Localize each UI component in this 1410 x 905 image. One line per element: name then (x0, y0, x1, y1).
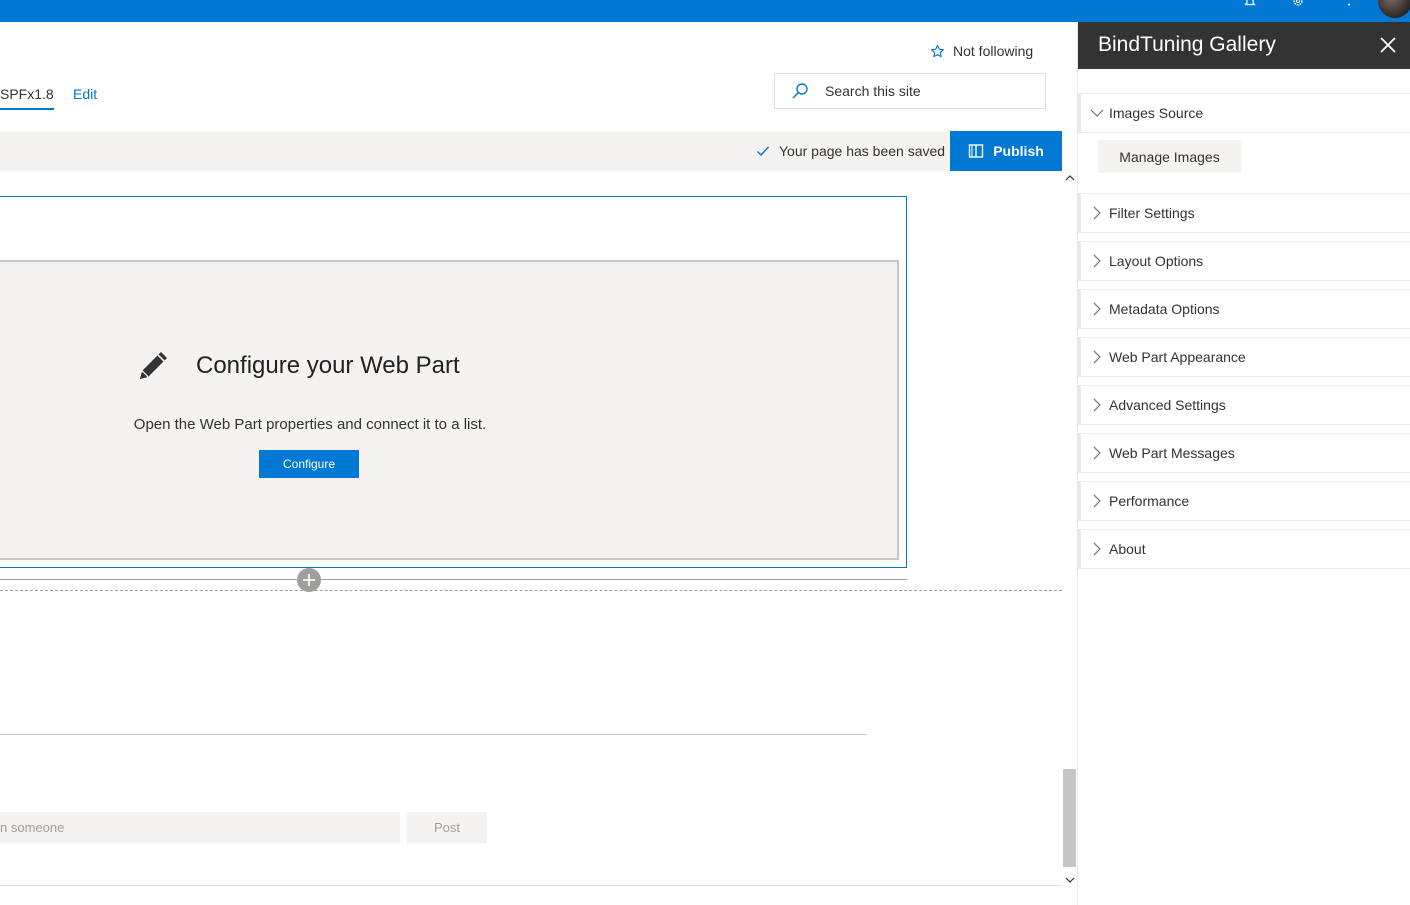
group-label: Advanced Settings (1109, 397, 1226, 413)
comments-divider (0, 734, 867, 735)
pane-title: BindTuning Gallery (1098, 33, 1276, 56)
chevron-right-icon (1093, 446, 1101, 460)
property-pane: BindTuning Gallery Images Source Manage … (1078, 22, 1410, 905)
group-about[interactable]: About (1078, 529, 1410, 569)
webpart-placeholder: Configure your Web Part Open the Web Par… (0, 260, 899, 560)
group-images-source[interactable]: Images Source (1078, 93, 1410, 133)
publish-button[interactable]: Publish (950, 131, 1062, 171)
scroll-up-arrow-icon[interactable] (1065, 173, 1075, 183)
placeholder-header: Configure your Web Part (134, 346, 460, 386)
webpart-title: Configure your Web Part (196, 352, 460, 379)
group-label: About (1109, 541, 1146, 557)
search-box[interactable] (774, 73, 1046, 109)
site-header: Not following SPFx1.8 Edit (0, 22, 1077, 130)
group-label: Metadata Options (1109, 301, 1220, 317)
scroll-down-arrow-icon[interactable] (1065, 875, 1075, 885)
search-icon (792, 83, 808, 99)
group-label: Layout Options (1109, 253, 1204, 269)
chevron-right-icon (1093, 494, 1101, 508)
group-layout-options[interactable]: Layout Options (1078, 241, 1410, 281)
star-icon (931, 44, 944, 57)
post-button[interactable]: Post (407, 812, 487, 843)
nav-item-current-page[interactable]: SPFx1.8 (0, 86, 54, 110)
group-label: Filter Settings (1109, 205, 1195, 221)
gear-icon[interactable] (1291, 0, 1305, 8)
section-boundary (0, 590, 1062, 591)
publish-label: Publish (993, 143, 1044, 159)
chevron-right-icon (1093, 206, 1101, 220)
webpart-description: Open the Web Part properties and connect… (133, 416, 487, 433)
group-web-part-messages[interactable]: Web Part Messages (1078, 433, 1410, 473)
group-label: Performance (1109, 493, 1190, 509)
group-filter-settings[interactable]: Filter Settings (1078, 193, 1410, 233)
avatar[interactable] (1378, 0, 1410, 18)
group-web-part-appearance[interactable]: Web Part Appearance (1078, 337, 1410, 377)
help-icon[interactable] (1342, 0, 1356, 8)
search-input[interactable] (825, 83, 1025, 99)
page-bottom-divider (0, 885, 1062, 886)
scroll-thumb[interactable] (1063, 769, 1076, 867)
pane-header: BindTuning Gallery (1078, 22, 1410, 69)
group-metadata-options[interactable]: Metadata Options (1078, 289, 1410, 329)
configure-button[interactable]: Configure (259, 450, 359, 478)
canvas-scrollbar[interactable] (1062, 171, 1077, 887)
book-icon (969, 144, 984, 158)
close-icon[interactable] (1378, 35, 1398, 55)
command-bar: Your page has been saved Publish (0, 131, 1062, 171)
comment-input[interactable]: n someone (0, 812, 400, 843)
suite-bar (0, 0, 1410, 22)
chevron-down-icon (1090, 109, 1104, 117)
group-label: Web Part Messages (1109, 445, 1235, 461)
save-status-text: Your page has been saved (779, 143, 946, 159)
section-divider (0, 579, 907, 580)
chevron-right-icon (1093, 350, 1101, 364)
group-advanced-settings[interactable]: Advanced Settings (1078, 385, 1410, 425)
group-performance[interactable]: Performance (1078, 481, 1410, 521)
group-label: Web Part Appearance (1109, 349, 1246, 365)
bell-icon[interactable] (1243, 0, 1257, 8)
chevron-right-icon (1093, 254, 1101, 268)
nav-edit-link[interactable]: Edit (73, 86, 97, 102)
save-status: Your page has been saved (756, 143, 945, 159)
checkmark-icon (757, 146, 770, 157)
manage-images-button[interactable]: Manage Images (1098, 140, 1241, 173)
follow-label: Not following (953, 43, 1034, 59)
plus-icon (303, 574, 315, 586)
group-label: Images Source (1109, 105, 1204, 121)
add-webpart-button[interactable] (297, 568, 321, 592)
chevron-right-icon (1093, 398, 1101, 412)
chevron-right-icon (1093, 302, 1101, 316)
chevron-right-icon (1093, 542, 1101, 556)
follow-toggle[interactable]: Not following (930, 43, 1033, 59)
pencil-icon (140, 352, 167, 379)
